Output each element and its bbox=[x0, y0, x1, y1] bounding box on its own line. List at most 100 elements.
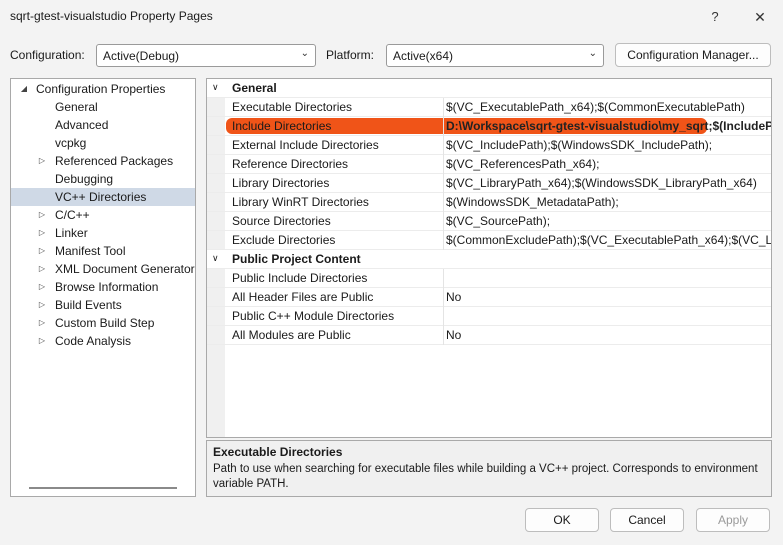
ok-button[interactable]: OK bbox=[525, 508, 599, 532]
grid-property-value[interactable]: $(VC_ReferencesPath_x64); bbox=[446, 157, 599, 171]
grid-property-name: Public Include Directories bbox=[232, 271, 368, 285]
tree-item-label: Build Events bbox=[55, 298, 122, 312]
horizontal-scrollbar[interactable] bbox=[29, 487, 177, 489]
tree-item[interactable]: ▷ Manifest Tool bbox=[11, 242, 195, 260]
collapse-arrow-icon[interactable]: ▷ bbox=[37, 206, 47, 224]
collapse-arrow-icon[interactable]: ▷ bbox=[37, 224, 47, 242]
configuration-value: Active(Debug) bbox=[103, 49, 180, 63]
help-button[interactable]: ? bbox=[700, 6, 730, 28]
tree-item[interactable]: ◢ Configuration Properties bbox=[11, 80, 195, 98]
tree-item[interactable]: General bbox=[11, 98, 195, 116]
chevron-down-icon[interactable]: ∨ bbox=[212, 253, 219, 264]
tree-item[interactable]: ▷ XML Document Generator bbox=[11, 260, 195, 278]
platform-value: Active(x64) bbox=[393, 49, 454, 63]
property-grid[interactable]: ∨ General Executable Directories $(VC_Execu… bbox=[206, 78, 772, 438]
column-divider bbox=[443, 136, 444, 155]
window-title: sqrt-gtest-visualstudio Property Pages bbox=[10, 9, 213, 23]
tree-item-label: VC++ Directories bbox=[55, 190, 147, 204]
grid-property-value[interactable]: $(VC_LibraryPath_x64);$(WindowsSDK_Libra… bbox=[446, 176, 757, 190]
expand-arrow-icon[interactable]: ◢ bbox=[19, 80, 29, 98]
column-divider bbox=[443, 307, 444, 326]
chevron-down-icon[interactable]: ∨ bbox=[212, 82, 219, 93]
grid-property-name: Exclude Directories bbox=[232, 233, 336, 247]
grid-property-value[interactable]: $(VC_IncludePath);$(WindowsSDK_IncludePa… bbox=[446, 138, 712, 152]
collapse-arrow-icon[interactable]: ▷ bbox=[37, 296, 47, 314]
collapse-arrow-icon[interactable]: ▷ bbox=[37, 278, 47, 296]
description-title: Executable Directories bbox=[213, 445, 343, 459]
grid-category-label: Public Project Content bbox=[232, 252, 361, 266]
tree-item[interactable]: ▷ Custom Build Step bbox=[11, 314, 195, 332]
grid-property-name: Reference Directories bbox=[232, 157, 349, 171]
platform-dropdown[interactable]: Active(x64) ⌄ bbox=[386, 44, 604, 67]
tree-item[interactable]: vcpkg bbox=[11, 134, 195, 152]
property-tree[interactable]: ◢ Configuration Properties General Advanced… bbox=[10, 78, 196, 497]
tree-item-label: C/C++ bbox=[55, 208, 90, 222]
grid-property-name: Library WinRT Directories bbox=[232, 195, 369, 209]
grid-property-row[interactable]: Public C++ Module Directories bbox=[207, 307, 771, 326]
column-divider bbox=[443, 98, 444, 117]
collapse-arrow-icon[interactable]: ▷ bbox=[37, 242, 47, 260]
column-divider bbox=[443, 269, 444, 288]
grid-property-row[interactable]: Include Directories D:\Workspace\sqrt-gte… bbox=[207, 117, 771, 136]
collapse-arrow-icon[interactable]: ▷ bbox=[37, 314, 47, 332]
tree-item[interactable]: Advanced bbox=[11, 116, 195, 134]
configuration-label: Configuration: bbox=[10, 48, 85, 62]
cancel-button[interactable]: Cancel bbox=[610, 508, 684, 532]
grid-property-row[interactable]: External Include Directories $(VC_Include… bbox=[207, 136, 771, 155]
platform-label: Platform: bbox=[326, 48, 375, 62]
tree-item[interactable]: VC++ Directories bbox=[11, 188, 195, 206]
grid-property-row[interactable]: All Header Files are Public No bbox=[207, 288, 771, 307]
grid-property-row[interactable]: Reference Directories $(VC_ReferencesPath… bbox=[207, 155, 771, 174]
collapse-arrow-icon[interactable]: ▷ bbox=[37, 332, 47, 350]
grid-property-row[interactable]: Exclude Directories $(CommonExcludePath);… bbox=[207, 231, 771, 250]
grid-property-value[interactable]: $(WindowsSDK_MetadataPath); bbox=[446, 195, 619, 209]
tree-item[interactable]: ▷ Build Events bbox=[11, 296, 195, 314]
grid-property-value[interactable]: $(CommonExcludePath);$(VC_ExecutablePath… bbox=[446, 233, 771, 247]
grid-category-row[interactable]: ∨ General bbox=[207, 79, 771, 98]
chevron-down-icon: ⌄ bbox=[588, 48, 597, 59]
tree-item-label: Linker bbox=[55, 226, 88, 240]
tree-item-label: XML Document Generator bbox=[55, 262, 195, 276]
tree-item-label: Manifest Tool bbox=[55, 244, 126, 258]
grid-property-value[interactable]: D:\Workspace\sqrt-gtest-visualstudio\my_… bbox=[446, 119, 771, 133]
grid-property-value[interactable]: No bbox=[446, 290, 461, 304]
apply-button[interactable]: Apply bbox=[696, 508, 770, 532]
grid-property-value[interactable]: $(VC_ExecutablePath_x64);$(CommonExecuta… bbox=[446, 100, 745, 114]
tree-item-label: Advanced bbox=[55, 118, 109, 132]
tree-item-label: Debugging bbox=[55, 172, 114, 186]
configuration-dropdown[interactable]: Active(Debug) ⌄ bbox=[96, 44, 316, 67]
tree-item-label: Custom Build Step bbox=[55, 316, 155, 330]
tree-item-label: General bbox=[55, 100, 98, 114]
grid-property-name: External Include Directories bbox=[232, 138, 379, 152]
tree-item[interactable]: Debugging bbox=[11, 170, 195, 188]
grid-property-value[interactable]: No bbox=[446, 328, 461, 342]
chevron-down-icon: ⌄ bbox=[300, 48, 309, 59]
grid-property-row[interactable]: All Modules are Public No bbox=[207, 326, 771, 345]
tree-item[interactable]: ▷ Referenced Packages bbox=[11, 152, 195, 170]
description-text: Path to use when searching for executabl… bbox=[213, 463, 758, 490]
tree-item[interactable]: ▷ C/C++ bbox=[11, 206, 195, 224]
column-divider bbox=[443, 117, 444, 136]
grid-property-name: Source Directories bbox=[232, 214, 331, 228]
grid-property-name: Executable Directories bbox=[232, 100, 353, 114]
configuration-manager-button[interactable]: Configuration Manager... bbox=[615, 43, 771, 67]
tree-item[interactable]: ▷ Code Analysis bbox=[11, 332, 195, 350]
grid-property-row[interactable]: Source Directories $(VC_SourcePath); bbox=[207, 212, 771, 231]
grid-property-row[interactable]: Library WinRT Directories $(WindowsSDK_Me… bbox=[207, 193, 771, 212]
collapse-arrow-icon[interactable]: ▷ bbox=[37, 152, 47, 170]
collapse-arrow-icon[interactable]: ▷ bbox=[37, 260, 47, 278]
tree-item-label: Code Analysis bbox=[55, 334, 132, 348]
grid-property-value[interactable]: $(VC_SourcePath); bbox=[446, 214, 550, 228]
grid-property-name: All Header Files are Public bbox=[232, 290, 374, 304]
grid-category-row[interactable]: ∨ Public Project Content bbox=[207, 250, 771, 269]
tree-item[interactable]: ▷ Linker bbox=[11, 224, 195, 242]
column-divider bbox=[443, 326, 444, 345]
close-button[interactable]: ✕ bbox=[745, 6, 775, 28]
column-divider bbox=[443, 231, 444, 250]
grid-property-row[interactable]: Public Include Directories bbox=[207, 269, 771, 288]
tree-item-label: Referenced Packages bbox=[55, 154, 174, 168]
tree-item[interactable]: ▷ Browse Information bbox=[11, 278, 195, 296]
grid-property-row[interactable]: Library Directories $(VC_LibraryPath_x64)… bbox=[207, 174, 771, 193]
column-divider bbox=[443, 288, 444, 307]
grid-property-row[interactable]: Executable Directories $(VC_ExecutablePat… bbox=[207, 98, 771, 117]
